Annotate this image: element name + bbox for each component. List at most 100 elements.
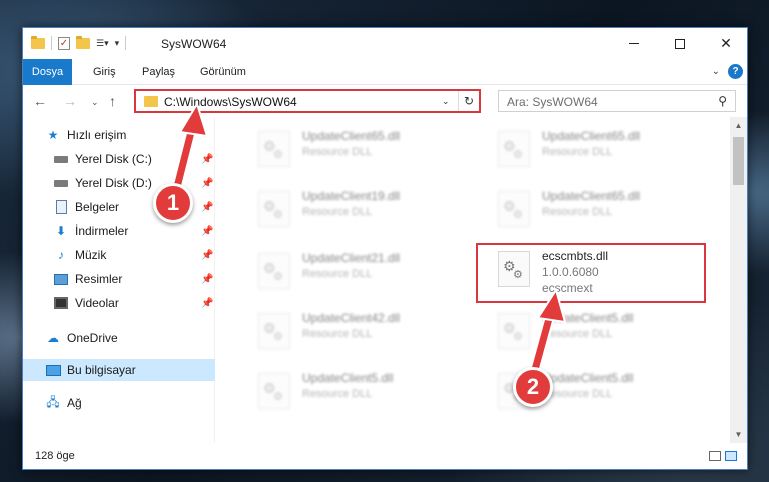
- tab-share[interactable]: Paylaş: [142, 59, 175, 85]
- list-item[interactable]: ⚙ ⚙ UpdateClient65.dll Resource DLL: [230, 125, 460, 169]
- list-item[interactable]: ⚙⚙ UpdateClient5.dll Resource DLL: [470, 367, 700, 411]
- tab-view[interactable]: Görünüm: [200, 59, 246, 85]
- close-icon: ✕: [720, 35, 732, 51]
- maximize-icon: [675, 38, 685, 49]
- vertical-scrollbar[interactable]: ▲ ▼: [730, 117, 747, 443]
- sidebar-item-label: Müzik: [75, 248, 107, 262]
- dll-file-icon: ⚙⚙: [258, 373, 290, 409]
- toolbar-divider: [51, 36, 52, 50]
- cloud-icon: ☁: [47, 331, 59, 345]
- tab-home[interactable]: Giriş: [93, 59, 116, 85]
- minimize-icon: [629, 43, 639, 44]
- up-arrow-icon[interactable]: ↑: [109, 93, 116, 109]
- status-bar: 128 öge: [23, 443, 747, 469]
- list-item[interactable]: ⚙ ⚙ UpdateClient19.dll Resource DLL: [230, 185, 460, 229]
- dll-file-icon: ⚙⚙: [498, 191, 530, 227]
- sidebar-item-label: OneDrive: [67, 331, 118, 345]
- toolbar-divider: [125, 36, 127, 50]
- disk-icon: [53, 175, 69, 191]
- navigation-pane: ★ Hızlı erişim Yerel Disk (C:) 📌 Yerel D…: [23, 117, 215, 443]
- computer-icon: [45, 362, 61, 378]
- sidebar-item-pictures[interactable]: Resimler 📌: [23, 268, 215, 290]
- search-placeholder: Ara: SysWOW64: [507, 95, 598, 109]
- pin-icon[interactable]: 📌: [201, 274, 213, 285]
- ribbon-controls: ⌄ ?: [712, 64, 743, 79]
- search-icon[interactable]: ⚲: [718, 94, 727, 108]
- sidebar-item-label: İndirmeler: [75, 224, 129, 238]
- details-view-icon[interactable]: [709, 451, 721, 461]
- list-item[interactable]: ⚙ ⚙ UpdateClient65.dll Resource DLL: [470, 125, 700, 169]
- customize-toolbar-icon[interactable]: ☰▾: [96, 38, 109, 49]
- address-path[interactable]: C:\Windows\SysWOW64: [164, 95, 297, 109]
- sidebar-item-music[interactable]: ♪ Müzik 📌: [23, 244, 215, 266]
- list-item[interactable]: ⚙⚙ UpdateClient5.dll Resource DLL: [230, 367, 460, 411]
- minimize-button[interactable]: [611, 28, 657, 59]
- disk-icon: [53, 151, 69, 167]
- expand-ribbon-icon[interactable]: ⌄: [712, 66, 720, 77]
- sidebar-item-label: Resimler: [75, 272, 123, 286]
- tab-file[interactable]: Dosya: [23, 59, 72, 85]
- pin-icon[interactable]: 📌: [201, 202, 213, 213]
- title-bar: ✓ ☰▾ ▾ SysWOW64 ✕: [23, 28, 747, 59]
- sidebar-item-videos[interactable]: Videolar 📌: [23, 292, 215, 314]
- sidebar-item-downloads[interactable]: ⬇ İndirmeler 📌: [23, 220, 215, 242]
- dll-file-icon: ⚙⚙: [498, 131, 530, 167]
- pin-icon[interactable]: 📌: [201, 154, 213, 165]
- picture-icon: [53, 271, 69, 287]
- maximize-button[interactable]: [657, 28, 703, 59]
- sidebar-item-label: Yerel Disk (D:): [75, 176, 152, 190]
- dll-file-icon: ⚙⚙: [258, 253, 290, 289]
- sidebar-item-label: Hızlı erişim: [67, 128, 127, 142]
- scroll-up-icon[interactable]: ▲: [730, 117, 747, 134]
- dll-file-icon: ⚙⚙: [258, 313, 290, 349]
- item-count: 128 öge: [35, 450, 75, 462]
- scroll-down-icon[interactable]: ▼: [730, 426, 747, 443]
- file-highlight-box: [476, 243, 706, 303]
- sidebar-item-onedrive[interactable]: ☁ OneDrive: [23, 327, 215, 349]
- pin-icon[interactable]: 📌: [201, 178, 213, 189]
- address-bar[interactable]: C:\Windows\SysWOW64 ⌄ ↻: [134, 89, 481, 113]
- address-dropdown-icon[interactable]: ⌄: [442, 96, 450, 107]
- star-icon: ★: [47, 128, 59, 142]
- sidebar-item-network[interactable]: 🖧 Ağ: [23, 392, 215, 414]
- refresh-icon[interactable]: ↻: [458, 91, 479, 111]
- sidebar-item-label: Bu bilgisayar: [67, 363, 136, 377]
- callout-badge-2: 2: [513, 367, 553, 407]
- list-item[interactable]: ⚙ ⚙ UpdateClient65.dll Resource DLL: [470, 185, 700, 229]
- help-icon[interactable]: ?: [728, 64, 743, 79]
- properties-icon[interactable]: ✓: [58, 36, 70, 50]
- folder-icon: [144, 96, 158, 107]
- callout-badge-1: 1: [153, 183, 193, 223]
- sidebar-item-label: Ağ: [67, 396, 82, 410]
- sidebar-item-label: Belgeler: [75, 200, 120, 214]
- new-folder-icon[interactable]: [76, 35, 90, 49]
- back-arrow-icon[interactable]: ←: [33, 93, 47, 109]
- list-item[interactable]: ⚙⚙ UpdateClient5.dll Resource DLL: [470, 307, 700, 351]
- close-button[interactable]: ✕: [703, 28, 747, 59]
- window-title: SysWOW64: [161, 37, 227, 51]
- scroll-thumb[interactable]: [733, 137, 744, 185]
- sidebar-item-quick-access[interactable]: ★ Hızlı erişim: [23, 124, 215, 146]
- list-item[interactable]: ⚙ ⚙ UpdateClient21.dll Resource DLL: [230, 247, 460, 291]
- sidebar-item-label: Yerel Disk (C:): [75, 152, 152, 166]
- pin-icon[interactable]: 📌: [201, 298, 213, 309]
- music-icon: ♪: [58, 248, 64, 262]
- sidebar-item-label: Videolar: [75, 296, 119, 310]
- document-icon: [53, 199, 69, 215]
- folder-icon[interactable]: [31, 35, 45, 49]
- chevron-down-icon[interactable]: ▾: [115, 38, 120, 49]
- dll-file-icon: ⚙⚙: [498, 313, 530, 349]
- list-item[interactable]: ⚙ ⚙ UpdateClient42.dll Resource DLL: [230, 307, 460, 351]
- sidebar-item-this-pc[interactable]: Bu bilgisayar: [23, 359, 215, 381]
- tiles-view-icon[interactable]: [725, 451, 737, 461]
- dll-file-icon: ⚙⚙: [258, 131, 290, 167]
- recent-locations-icon[interactable]: ⌄: [91, 97, 99, 108]
- download-icon: ⬇: [55, 224, 67, 238]
- video-icon: [53, 295, 69, 311]
- sidebar-item-local-disk-c[interactable]: Yerel Disk (C:) 📌: [23, 148, 215, 170]
- search-input[interactable]: Ara: SysWOW64 ⚲: [498, 90, 736, 112]
- pin-icon[interactable]: 📌: [201, 226, 213, 237]
- forward-arrow-icon[interactable]: →: [63, 93, 77, 109]
- pin-icon[interactable]: 📌: [201, 250, 213, 261]
- network-icon: 🖧: [46, 394, 60, 409]
